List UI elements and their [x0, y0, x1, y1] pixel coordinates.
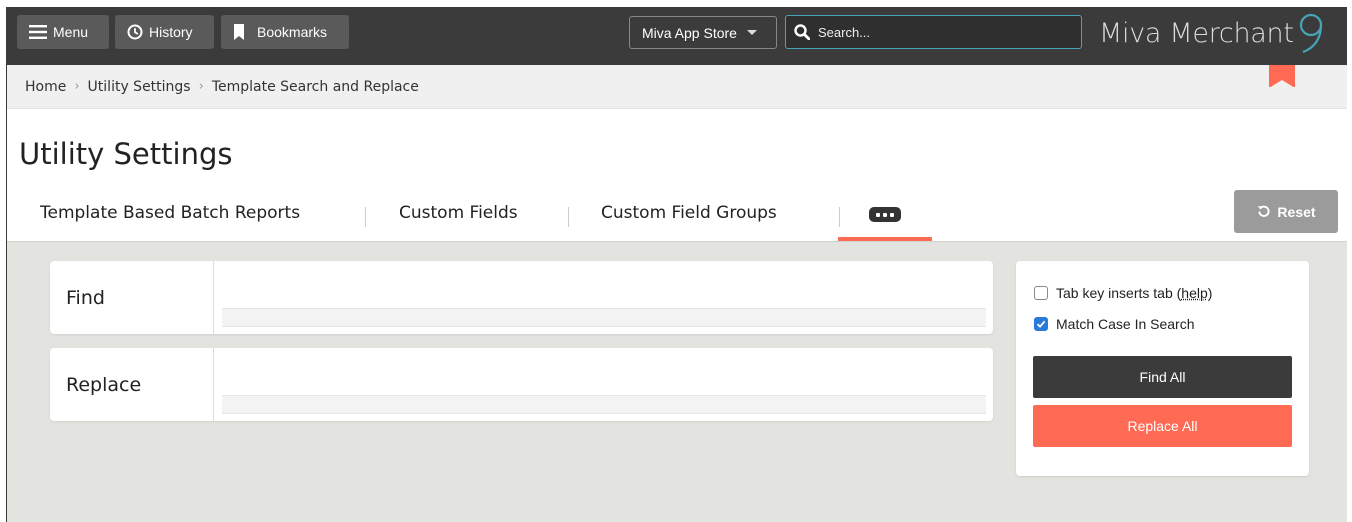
search-box[interactable] [785, 15, 1082, 49]
more-icon [869, 207, 901, 222]
find-scrollbar[interactable] [222, 308, 986, 327]
find-all-button[interactable]: Find All [1033, 356, 1292, 398]
app-frame: Menu History Bookmarks Miva App Store Mi… [6, 7, 1347, 522]
breadcrumb: Home › Utility Settings › Template Searc… [7, 65, 1347, 109]
find-input[interactable] [222, 269, 986, 308]
bookmark-icon [234, 24, 244, 40]
find-label: Find [50, 261, 214, 334]
replace-editor [214, 348, 993, 421]
find-editor [214, 261, 993, 334]
chevron-down-icon [746, 30, 757, 35]
replace-all-button[interactable]: Replace All [1033, 405, 1292, 447]
bookmarks-button[interactable]: Bookmarks [221, 15, 349, 49]
brand-nine-mark [1299, 13, 1322, 53]
history-button-label: History [149, 24, 193, 40]
breadcrumb-current: Template Search and Replace [211, 78, 419, 95]
find-card: Find [50, 261, 993, 334]
match-case-label: Match Case In Search [1056, 316, 1195, 332]
breadcrumb-utility-settings[interactable]: Utility Settings [88, 79, 191, 95]
reset-button[interactable]: Reset [1234, 190, 1338, 233]
history-button[interactable]: History [115, 15, 214, 49]
brand-logo: Miva Merchant [1099, 13, 1324, 53]
breadcrumb-home[interactable]: Home [25, 79, 66, 95]
reset-button-label: Reset [1277, 203, 1316, 220]
app-store-dropdown[interactable]: Miva App Store [629, 16, 777, 49]
search-input[interactable] [818, 24, 1068, 40]
chevron-right-icon: › [198, 79, 204, 94]
tab-key-checkbox[interactable] [1034, 286, 1048, 300]
options-panel: Tab key inserts tab (help) Match Case In… [1016, 261, 1309, 476]
chevron-right-icon: › [74, 79, 80, 94]
hamburger-icon [29, 25, 47, 39]
page-title: Utility Settings [19, 137, 233, 171]
replace-scrollbar[interactable] [222, 395, 986, 414]
menu-button[interactable]: Menu [17, 15, 109, 49]
tab-divider [568, 207, 569, 227]
replace-card: Replace [50, 348, 993, 421]
tab-custom-field-groups[interactable]: Custom Field Groups [601, 193, 777, 241]
tab-bar: Template Based Batch Reports Custom Fiel… [7, 193, 1347, 241]
search-icon [794, 24, 810, 40]
replace-input[interactable] [222, 356, 986, 395]
top-bar: Menu History Bookmarks Miva App Store Mi… [7, 7, 1347, 65]
app-store-label: Miva App Store [642, 24, 737, 41]
tab-template-batch-reports[interactable]: Template Based Batch Reports [40, 193, 300, 241]
tab-key-option: Tab key inserts tab (help) [1034, 285, 1212, 301]
bookmarks-button-label: Bookmarks [257, 24, 328, 40]
tab-more[interactable] [838, 193, 932, 241]
tab-key-label: Tab key inserts tab (help) [1056, 285, 1213, 301]
clock-icon [127, 24, 143, 40]
tab-divider [365, 207, 366, 227]
tab-custom-fields[interactable]: Custom Fields [399, 193, 518, 241]
brand-text: Miva Merchant [1099, 17, 1294, 49]
checkmark-icon [1036, 320, 1046, 328]
match-case-option: Match Case In Search [1034, 316, 1195, 332]
replace-label: Replace [50, 348, 214, 421]
bookmark-ribbon-icon[interactable] [1269, 65, 1295, 88]
main-content: Find Replace Tab key inserts tab (help) … [7, 241, 1347, 522]
help-link[interactable]: help [1181, 285, 1207, 301]
undo-icon [1258, 205, 1270, 217]
menu-button-label: Menu [53, 24, 89, 40]
match-case-checkbox[interactable] [1034, 317, 1048, 331]
